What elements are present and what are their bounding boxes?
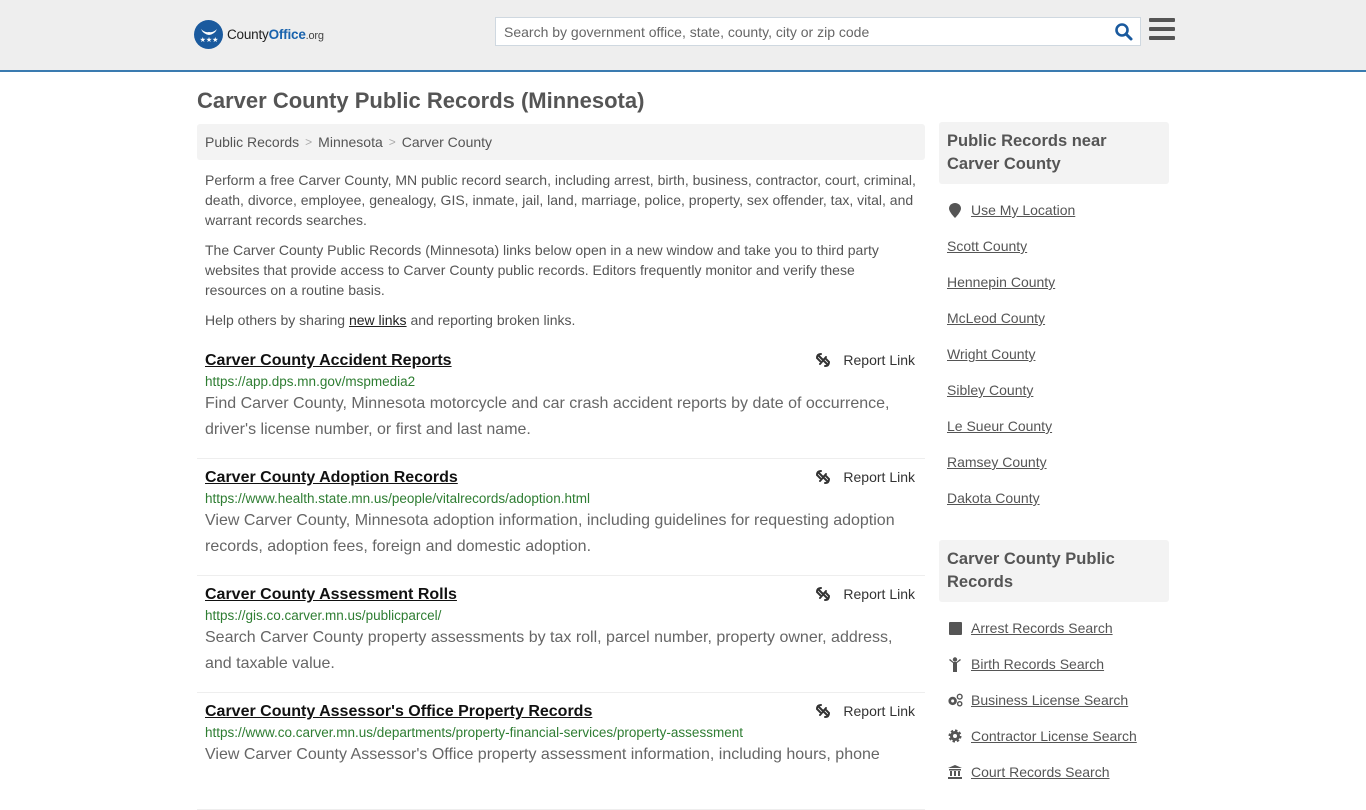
business-license-link[interactable]: Business License Search — [971, 692, 1128, 708]
record-item: Carver County Adoption Records https://w… — [197, 459, 925, 576]
nearby-county-link[interactable]: Le Sueur County — [947, 418, 1052, 434]
record-item: Carver County Assessment Rolls https://g… — [197, 576, 925, 693]
intro-text: Perform a free Carver County, MN public … — [197, 170, 925, 330]
square-icon — [947, 620, 963, 636]
record-category-item: Court Records Search — [947, 754, 1161, 790]
record-url[interactable]: https://www.health.state.mn.us/people/vi… — [205, 491, 917, 506]
nearby-county-link[interactable]: Wright County — [947, 346, 1035, 362]
record-description: Find Carver County, Minnesota motorcycle… — [205, 395, 890, 438]
record-title-link[interactable]: Carver County Assessor's Office Property… — [205, 703, 592, 721]
record-title-link[interactable]: Carver County Adoption Records — [205, 469, 458, 487]
nearby-county-link[interactable]: Sibley County — [947, 382, 1033, 398]
intro-paragraph: Help others by sharing new links and rep… — [205, 312, 576, 328]
nearby-county-item: Hennepin County — [947, 264, 1161, 300]
menu-bar-icon — [1149, 18, 1175, 22]
report-link-label: Report Link — [843, 703, 915, 719]
child-icon — [947, 656, 963, 672]
search-button[interactable] — [1114, 22, 1134, 42]
breadcrumb-minnesota[interactable]: Minnesota — [318, 134, 383, 150]
report-link-button[interactable]: Report Link — [815, 469, 915, 485]
record-description: Search Carver County property assessment… — [205, 629, 893, 672]
record-url[interactable]: https://gis.co.carver.mn.us/publicparcel… — [205, 608, 917, 623]
contractor-license-link[interactable]: Contractor License Search — [971, 728, 1137, 744]
nearby-county-link[interactable]: Scott County — [947, 238, 1027, 254]
nearby-county-item: Le Sueur County — [947, 408, 1161, 444]
cog-icon — [947, 728, 963, 744]
record-category-item: Birth Records Search — [947, 646, 1161, 682]
use-my-location-link[interactable]: Use My Location — [971, 202, 1075, 218]
main-content: Public Records > Minnesota > Carver Coun… — [197, 124, 925, 810]
hamburger-menu-button[interactable] — [1149, 18, 1175, 42]
nearby-county-item: McLeod County — [947, 300, 1161, 336]
broken-link-icon — [816, 704, 831, 718]
report-link-button[interactable]: Report Link — [815, 352, 915, 368]
report-link-label: Report Link — [843, 469, 915, 485]
record-item: Carver County Accident Reports https://a… — [197, 342, 925, 459]
nearby-county-item: Scott County — [947, 228, 1161, 264]
breadcrumb-separator: > — [305, 135, 313, 149]
record-description: View Carver County Assessor's Office pro… — [205, 746, 880, 763]
arrest-records-link[interactable]: Arrest Records Search — [971, 620, 1113, 636]
record-category-item: Contractor License Search — [947, 718, 1161, 754]
site-logo[interactable]: ★★★ CountyOffice.org — [194, 20, 324, 49]
menu-bar-icon — [1149, 27, 1175, 31]
court-records-link[interactable]: Court Records Search — [971, 764, 1110, 780]
nearby-county-item: Ramsey County — [947, 444, 1161, 480]
page-title: Carver County Public Records (Minnesota) — [197, 88, 645, 113]
site-header: ★★★ CountyOffice.org — [0, 0, 1366, 72]
eagle-logo-icon: ★★★ — [194, 20, 223, 49]
courthouse-icon — [947, 764, 963, 780]
map-marker-icon — [947, 202, 963, 218]
new-links-link[interactable]: new links — [349, 312, 407, 328]
broken-link-icon — [816, 470, 831, 484]
report-link-button[interactable]: Report Link — [815, 703, 915, 719]
search-box — [495, 17, 1141, 46]
menu-bar-icon — [1149, 36, 1175, 40]
record-title-link[interactable]: Carver County Accident Reports — [205, 352, 452, 370]
county-records-list: Arrest Records Search Birth Records Sear… — [939, 602, 1169, 796]
broken-link-icon — [816, 587, 831, 601]
breadcrumb: Public Records > Minnesota > Carver Coun… — [197, 124, 925, 160]
county-records-heading: Carver County Public Records — [939, 540, 1169, 602]
use-my-location-item: Use My Location — [947, 192, 1161, 228]
nearby-records-heading: Public Records near Carver County — [939, 122, 1169, 184]
nearby-county-link[interactable]: Hennepin County — [947, 274, 1055, 290]
nearby-counties-list: Use My Location Scott County Hennepin Co… — [939, 184, 1169, 522]
nearby-county-item: Wright County — [947, 336, 1161, 372]
broken-link-icon — [816, 353, 831, 367]
cogs-icon — [947, 692, 963, 708]
nearby-county-item: Sibley County — [947, 372, 1161, 408]
breadcrumb-separator: > — [388, 135, 396, 149]
record-title-link[interactable]: Carver County Assessment Rolls — [205, 586, 457, 604]
nearby-county-link[interactable]: Ramsey County — [947, 454, 1047, 470]
nearby-county-item: Dakota County — [947, 480, 1161, 516]
record-category-item: Business License Search — [947, 682, 1161, 718]
search-icon — [1115, 23, 1133, 41]
intro-paragraph: Perform a free Carver County, MN public … — [205, 172, 916, 228]
records-list: Carver County Accident Reports https://a… — [197, 342, 925, 810]
report-link-label: Report Link — [843, 352, 915, 368]
report-link-label: Report Link — [843, 586, 915, 602]
intro-paragraph: The Carver County Public Records (Minnes… — [205, 242, 879, 298]
record-category-item: Arrest Records Search — [947, 610, 1161, 646]
birth-records-link[interactable]: Birth Records Search — [971, 656, 1104, 672]
search-input[interactable] — [496, 18, 1096, 45]
svg-text:★★★: ★★★ — [199, 36, 218, 44]
report-link-button[interactable]: Report Link — [815, 586, 915, 602]
nearby-county-link[interactable]: McLeod County — [947, 310, 1045, 326]
nearby-county-link[interactable]: Dakota County — [947, 490, 1040, 506]
record-item: Carver County Assessor's Office Property… — [197, 693, 925, 810]
record-url[interactable]: https://app.dps.mn.gov/mspmedia2 — [205, 374, 917, 389]
breadcrumb-public-records[interactable]: Public Records — [205, 134, 299, 150]
record-description: View Carver County, Minnesota adoption i… — [205, 512, 895, 555]
logo-text: CountyOffice.org — [227, 27, 324, 42]
sidebar: Public Records near Carver County Use My… — [939, 122, 1169, 796]
record-url[interactable]: https://www.co.carver.mn.us/departments/… — [205, 725, 917, 740]
breadcrumb-carver-county[interactable]: Carver County — [402, 134, 492, 150]
